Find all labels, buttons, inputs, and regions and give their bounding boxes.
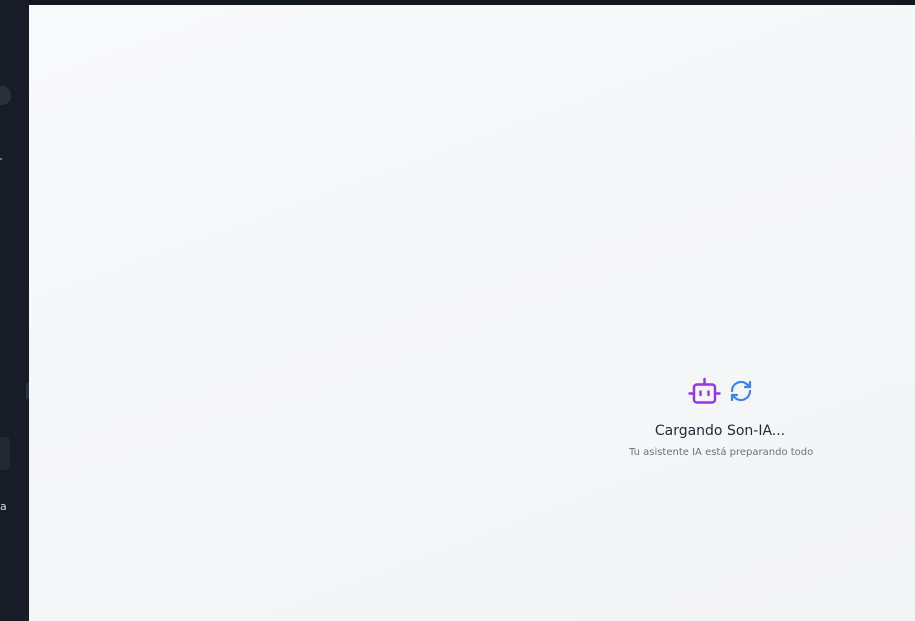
loading-subtitle: Tu asistente IA está preparando todo <box>629 447 814 458</box>
sidebar-indicator <box>0 158 2 160</box>
loading-title: Cargando Son-IA... <box>654 423 786 439</box>
sidebar-avatar[interactable] <box>0 86 11 105</box>
sidebar-item-label: a <box>0 500 7 513</box>
sidebar-item[interactable] <box>0 437 10 470</box>
loading-icons <box>629 377 811 405</box>
app-window: a Cargando Son-IA... Tu asistente IA est… <box>0 0 915 621</box>
main-content: Cargando Son-IA... Tu asistente IA está … <box>29 5 915 621</box>
refresh-icon <box>729 379 753 403</box>
sidebar: a <box>0 0 29 621</box>
bot-icon <box>688 376 721 406</box>
loading-indicator: Cargando Son-IA... Tu asistente IA está … <box>629 377 814 459</box>
